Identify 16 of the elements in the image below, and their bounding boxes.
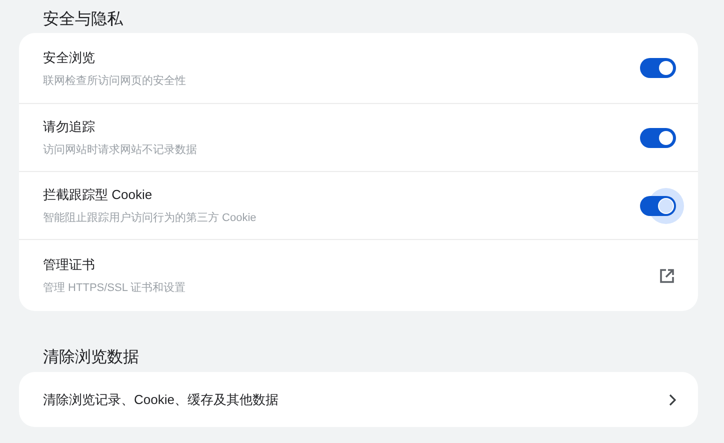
setting-description: 联网检查所访问网页的安全性 <box>43 74 187 88</box>
chevron-right-icon[interactable] <box>668 394 676 406</box>
toggle-switch[interactable] <box>640 196 676 216</box>
setting-label: 管理证书 <box>43 256 96 274</box>
toggle-switch[interactable] <box>640 128 676 148</box>
external-link-icon[interactable] <box>658 266 676 284</box>
setting-label: 安全浏览 <box>43 48 96 66</box>
setting-label: 清除浏览记录、Cookie、缓存及其他数据 <box>43 390 280 408</box>
setting-label: 请勿追踪 <box>43 118 96 136</box>
setting-description: 智能阻止跟踪用户访问行为的第三方 Cookie <box>43 210 258 225</box>
setting-description: 管理 HTTPS/SSL 证书和设置 <box>43 281 187 295</box>
section-title: 清除浏览数据 <box>42 348 140 368</box>
section-title: 安全与隐私 <box>42 10 124 30</box>
setting-label: 拦截跟踪型 Cookie <box>43 186 154 204</box>
setting-description: 访问网站时请求网站不记录数据 <box>43 142 198 157</box>
toggle-switch[interactable] <box>640 58 676 78</box>
